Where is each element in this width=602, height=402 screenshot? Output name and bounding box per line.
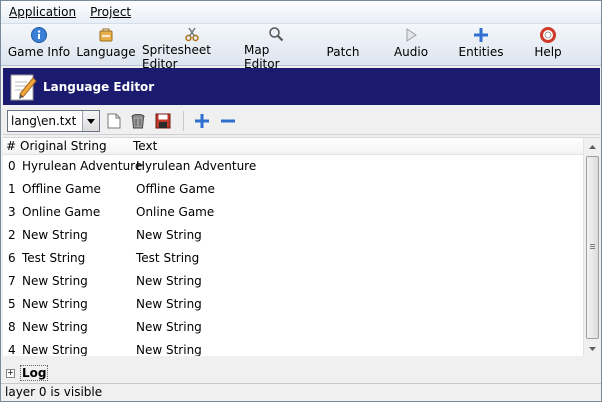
table-row[interactable]: 2 New String New String [3,225,583,248]
row-index: 6 [8,251,16,265]
language-editor-header: Language Editor [3,68,600,105]
column-header-original[interactable]: Original String [20,139,107,153]
scrollbar-thumb[interactable] [586,156,599,339]
language-icon [97,26,115,44]
row-text[interactable]: New String [136,297,202,311]
grip-line [590,246,595,247]
delete-icon[interactable] [129,112,147,130]
menu-project-label: Project [90,5,132,19]
log-label[interactable]: Log [20,365,49,381]
chevron-down-icon[interactable] [82,111,99,131]
language-button[interactable]: Language [76,26,136,64]
row-original: New String [22,297,88,311]
patch-label: Patch [326,45,360,59]
game-info-button[interactable]: Game Info [7,26,71,64]
help-label: Help [534,45,562,59]
status-text: layer 0 is visible [5,385,103,399]
language-label: Language [76,45,136,59]
row-index: 2 [8,228,16,242]
row-original: New String [22,274,88,288]
toolbar-divider [183,111,184,131]
row-index: 7 [8,274,16,288]
lifebuoy-icon [539,26,557,44]
menu-application-label: Application [9,5,77,19]
row-text[interactable]: New String [136,274,202,288]
table-header: # Original String Text [3,138,583,155]
row-text[interactable]: New String [136,228,202,242]
scissors-icon [183,26,201,42]
save-icon[interactable] [154,112,172,130]
map-editor-label: Map Editor [244,43,280,71]
expand-icon[interactable]: + [6,368,15,378]
row-text[interactable]: New String [136,343,202,356]
audio-button[interactable]: Audio [386,26,436,64]
row-index: 4 [8,343,16,356]
language-file-value: lang\en.txt [11,114,77,128]
patch-button[interactable]: Patch [321,26,365,64]
page-title: Language Editor [43,79,155,94]
table-row[interactable]: 3 Online Game Online Game [3,202,583,225]
row-index: 8 [8,320,16,334]
row-text[interactable]: Test String [136,251,199,265]
row-index: 5 [8,297,16,311]
play-icon [402,26,420,44]
audio-label: Audio [393,45,429,59]
menu-bar: Application Project [1,1,601,24]
row-original: Online Game [22,205,101,219]
plus-icon [472,26,490,44]
add-string-icon[interactable] [193,112,211,130]
row-text[interactable]: Hyrulean Adventure [136,159,256,173]
row-text[interactable]: Offline Game [136,182,215,196]
editor-toolbar: lang\en.txt [3,107,600,135]
info-icon [30,26,48,44]
row-original: New String [22,343,88,356]
application-window: Application Project Game Info Language S… [0,0,602,402]
map-editor-button[interactable]: Map Editor [244,26,308,71]
table-row[interactable]: 7 New String New String [3,271,583,294]
scroll-up-icon[interactable] [584,138,600,155]
menu-project[interactable]: Project [90,5,131,19]
game-info-label: Game Info [7,45,71,59]
row-original: Test String [22,251,86,265]
row-original: New String [22,320,88,334]
spritesheet-editor-label: Spritesheet Editor [142,43,211,71]
magnifier-icon [267,26,285,42]
spritesheet-editor-button[interactable]: Spritesheet Editor [142,26,242,71]
row-index: 1 [8,182,16,196]
row-original: New String [22,228,88,242]
row-original: Offline Game [22,182,101,196]
patch-icon [334,26,352,44]
column-header-index[interactable]: # [6,139,16,153]
help-button[interactable]: Help [528,26,568,64]
main-toolbar: Game Info Language Spritesheet Editor Ma… [1,24,601,71]
strings-table: # Original String Text 0 Hyrulean Adventu… [3,137,600,356]
entities-label: Entities [458,45,504,59]
table-row[interactable]: 4 New String New String [3,340,583,356]
new-file-icon[interactable] [105,112,123,130]
grip-line [590,244,595,245]
row-original: Hyrulean Adventure [22,159,143,173]
language-file-select[interactable]: lang\en.txt [7,110,100,132]
edit-document-icon [8,72,38,102]
grip-line [590,248,595,249]
entities-button[interactable]: Entities [453,26,509,64]
status-bar: layer 0 is visible [1,383,601,401]
table-row[interactable]: 8 New String New String [3,317,583,340]
row-text[interactable]: New String [136,320,202,334]
table-body: 0 Hyrulean Adventure Hyrulean Adventure 1O… [3,156,583,356]
menu-application[interactable]: Application [9,5,76,19]
table-row[interactable]: 5 New String New String [3,294,583,317]
row-index: 0 [8,159,16,173]
column-header-text[interactable]: Text [133,139,157,153]
table-row[interactable]: 6 Test String Test String [3,248,583,271]
log-panel-toggle[interactable]: + Log [3,364,123,382]
remove-string-icon[interactable] [219,112,237,130]
row-index: 3 [8,205,16,219]
table-row[interactable]: 1 Offline Game Offline Game [3,179,583,202]
scroll-down-icon[interactable] [584,340,600,356]
table-row[interactable]: 0 Hyrulean Adventure Hyrulean Adventure [3,156,583,179]
vertical-scrollbar[interactable] [583,138,600,356]
row-text[interactable]: Online Game [136,205,214,219]
